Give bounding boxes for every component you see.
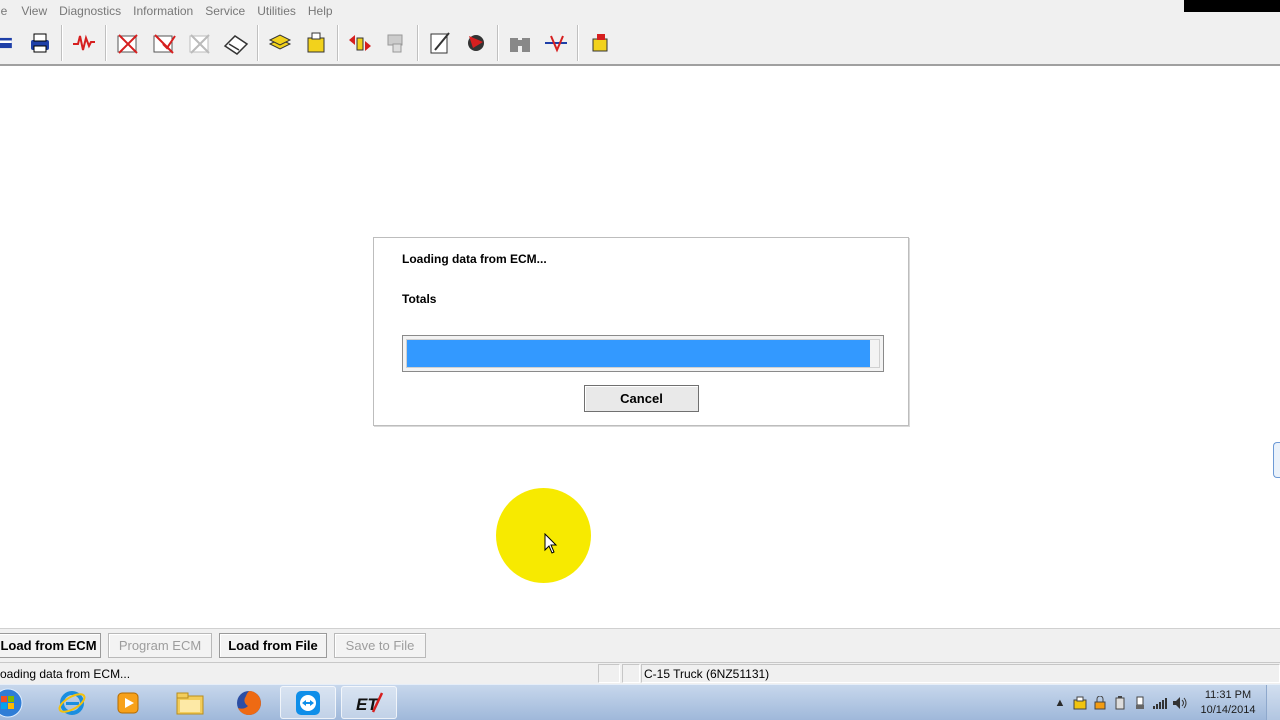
mouse-cursor-icon (544, 533, 558, 554)
tests-button[interactable] (298, 25, 334, 61)
loading-dialog: Loading data from ECM... Totals Cancel (373, 237, 909, 426)
menu-bar: le View Diagnostics Information Service … (0, 0, 1280, 22)
status-cell (622, 664, 640, 683)
side-panel-handle[interactable] (1273, 442, 1280, 478)
electronic-technician-icon: ET (356, 691, 384, 714)
menu-diagnostics[interactable]: Diagnostics (59, 4, 133, 18)
network-signal-icon[interactable] (1150, 693, 1170, 713)
print-icon (31, 33, 49, 53)
event-codes-button[interactable] (146, 25, 182, 61)
ecm-summary-button[interactable] (0, 25, 22, 61)
usb-icon[interactable] (1130, 693, 1150, 713)
clear-codes-icon (189, 34, 210, 54)
windows-start-icon (0, 688, 23, 717)
tests-icon (307, 32, 325, 53)
system-tray: ▲ 11:31 PM 10/14/2014 (1050, 685, 1280, 720)
dialog-title: Loading data from ECM... (402, 252, 547, 266)
tools-button[interactable] (458, 25, 494, 61)
window-edge (1184, 0, 1280, 12)
calibrations-button[interactable] (262, 25, 298, 61)
start-button[interactable] (0, 686, 30, 719)
connect-icon (349, 35, 371, 51)
connect-button[interactable] (342, 25, 378, 61)
ecm-summary-icon (0, 37, 12, 49)
ecm-info: C-15 Truck (6NZ51131) (644, 667, 770, 681)
clock-time: 11:31 PM (1204, 689, 1252, 701)
status-message: oading data from ECM... (0, 667, 131, 681)
power-icon[interactable] (1110, 693, 1130, 713)
taskbar-teamviewer[interactable] (280, 686, 336, 719)
progress-fill (407, 340, 870, 367)
menu-service[interactable]: Service (205, 4, 257, 18)
print-button[interactable] (22, 25, 58, 61)
progress-bar (402, 335, 884, 372)
toolbar (0, 22, 1280, 66)
action-center-icon[interactable] (1070, 693, 1090, 713)
media-player-icon (117, 692, 139, 713)
taskbar-internet-explorer[interactable] (44, 686, 100, 719)
load-from-ecm-button[interactable]: Load from ECM (0, 633, 101, 658)
taskbar-firefox[interactable] (221, 686, 277, 719)
show-hidden-icons-icon[interactable]: ▲ (1050, 693, 1070, 713)
clear-codes-button[interactable] (182, 25, 218, 61)
disconnect-icon (387, 34, 403, 53)
status-graph-icon (73, 34, 95, 51)
menu-information[interactable]: Information (133, 4, 205, 18)
menu-utilities[interactable]: Utilities (257, 4, 308, 18)
diagnostic-codes-button[interactable] (110, 25, 146, 61)
teamviewer-icon (296, 690, 320, 715)
binoculars-button[interactable] (502, 25, 538, 61)
system-clock[interactable]: 11:31 PM 10/14/2014 (1190, 688, 1266, 718)
logged-codes-button[interactable] (218, 25, 254, 61)
calibrations-icon (268, 34, 292, 50)
taskbar-electronic-technician[interactable]: ET (341, 686, 397, 719)
config-button[interactable] (422, 25, 458, 61)
file-explorer-icon (176, 692, 204, 714)
menu-view[interactable]: View (21, 4, 59, 18)
dialog-subtitle: Totals (402, 292, 437, 306)
logged-codes-icon (223, 35, 249, 55)
switch-button[interactable] (538, 25, 574, 61)
status-graph-button[interactable] (66, 25, 102, 61)
tools-icon (468, 35, 484, 51)
program-ecm-button[interactable]: Program ECM (108, 633, 212, 658)
menu-help[interactable]: Help (308, 4, 345, 18)
action-bar: Load from ECM Program ECM Load from File… (0, 628, 1280, 662)
status-cell (598, 664, 620, 683)
status-bar: oading data from ECM... C-15 Truck (6NZ5… (0, 662, 1280, 684)
taskbar-media-player[interactable] (100, 686, 156, 719)
binoculars-icon (510, 38, 530, 52)
cancel-button[interactable]: Cancel (584, 385, 699, 412)
save-to-file-button[interactable]: Save to File (334, 633, 426, 658)
clock-date: 10/14/2014 (1200, 704, 1256, 716)
internet-explorer-icon (58, 690, 86, 715)
taskbar: ET ▲ 11:31 PM 10/14/2014 (0, 684, 1280, 720)
event-codes-icon (153, 34, 176, 54)
menu-file[interactable]: le (0, 4, 21, 18)
show-desktop-button[interactable] (1266, 685, 1280, 720)
flash-button[interactable] (582, 25, 618, 61)
firefox-icon (237, 690, 261, 715)
disconnect-button[interactable] (378, 25, 414, 61)
volume-icon[interactable] (1170, 693, 1190, 713)
config-icon (430, 32, 450, 54)
taskbar-file-explorer[interactable] (162, 686, 218, 719)
switch-icon (545, 35, 567, 53)
load-from-file-button[interactable]: Load from File (219, 633, 327, 658)
diagnostic-codes-icon (117, 34, 138, 54)
flash-icon (592, 34, 608, 52)
security-icon[interactable] (1090, 693, 1110, 713)
